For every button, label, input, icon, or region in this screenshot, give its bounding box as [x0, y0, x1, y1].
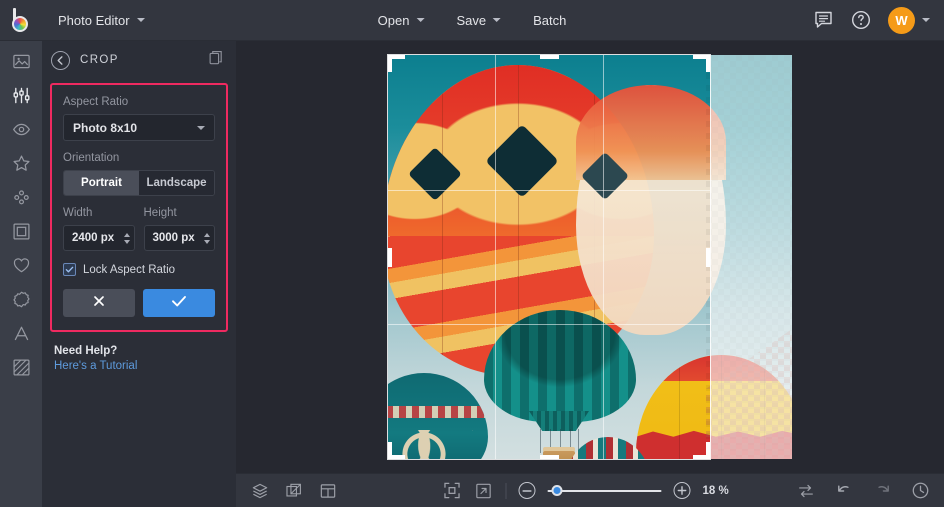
chevron-down-icon — [922, 18, 930, 22]
height-label: Height — [144, 207, 216, 219]
zoom-slider[interactable] — [548, 484, 662, 498]
lock-aspect-ratio-checkbox[interactable]: Lock Aspect Ratio — [63, 263, 215, 276]
height-stepper[interactable] — [204, 233, 210, 244]
user-menu[interactable]: W — [888, 7, 930, 34]
back-arrow-icon[interactable] — [51, 51, 70, 70]
zoom-out-button[interactable] — [519, 482, 536, 499]
orientation-toggle: Portrait Landscape — [63, 170, 215, 196]
top-actions: Open Save Batch — [365, 6, 580, 35]
app-name-label: Photo Editor — [58, 13, 130, 28]
open-button[interactable]: Open — [365, 6, 438, 35]
width-stepper[interactable] — [124, 233, 130, 244]
compare-swap-icon[interactable] — [796, 481, 816, 501]
sidebar-item-artsy[interactable] — [6, 185, 36, 210]
crop-settings-group: Aspect Ratio Photo 8x10 Orientation Port… — [50, 83, 228, 332]
sidebar-item-graphics[interactable] — [6, 287, 36, 312]
apply-button[interactable] — [143, 289, 215, 317]
chevron-down-icon — [197, 126, 205, 130]
crop-handle-bottom-center[interactable] — [540, 455, 559, 459]
panel-header: CROP — [42, 41, 236, 79]
orientation-label: Orientation — [63, 152, 215, 164]
crop-handle-bottom-right[interactable] — [693, 442, 710, 459]
sidebar-item-touch-up[interactable] — [6, 117, 36, 142]
crop-handle-bottom-left[interactable] — [388, 442, 405, 459]
zoom-level-label: 18 % — [703, 485, 739, 497]
befunky-logo-icon[interactable] — [0, 0, 42, 41]
tutorial-link[interactable]: Here's a Tutorial — [54, 360, 224, 372]
orientation-landscape-button[interactable]: Landscape — [139, 171, 214, 195]
batch-label: Batch — [533, 13, 566, 28]
duplicate-layers-icon[interactable] — [209, 50, 224, 70]
history-clock-icon[interactable] — [910, 481, 930, 501]
crop-handle-middle-left[interactable] — [388, 248, 392, 267]
checkmark-icon — [171, 294, 187, 313]
divider — [506, 483, 507, 499]
photo-editor-app: Photo Editor Open Save Batch — [0, 0, 944, 507]
sidebar-item-frames[interactable] — [6, 219, 36, 244]
chevron-down-icon — [416, 18, 424, 22]
width-value: 2400 px — [72, 232, 114, 244]
aspect-ratio-label: Aspect Ratio — [63, 96, 215, 108]
crop-panel: CROP Aspect Ratio Photo 8x10 Orientation… — [42, 41, 236, 507]
width-label: Width — [63, 207, 135, 219]
height-value: 3000 px — [153, 232, 195, 244]
batch-button[interactable]: Batch — [520, 6, 579, 35]
top-toolbar: Photo Editor Open Save Batch — [0, 0, 944, 41]
save-label: Save — [456, 13, 486, 28]
layers-icon[interactable] — [250, 481, 270, 501]
width-input[interactable]: 2400 px — [63, 225, 135, 251]
help-section: Need Help? Here's a Tutorial — [42, 332, 236, 372]
open-label: Open — [378, 13, 410, 28]
top-right-actions: W — [812, 7, 930, 34]
sidebar-item-edit[interactable] — [6, 83, 36, 108]
canvas-area[interactable] — [236, 41, 944, 473]
zoom-slider-handle[interactable] — [552, 485, 563, 496]
sidebar-item-effects[interactable] — [6, 151, 36, 176]
crop-handle-top-center[interactable] — [540, 55, 559, 59]
image-crop-icon[interactable] — [284, 481, 304, 501]
page-title: CROP — [80, 54, 199, 66]
avatar: W — [888, 7, 915, 34]
bottom-toolbar: 18 % — [236, 473, 944, 507]
undo-icon[interactable] — [834, 481, 854, 501]
save-button[interactable]: Save — [443, 6, 514, 35]
chevron-down-icon — [137, 18, 145, 22]
expand-arrow-icon[interactable] — [474, 481, 494, 501]
orientation-portrait-button[interactable]: Portrait — [64, 171, 139, 195]
crop-frame[interactable] — [388, 55, 710, 459]
crop-handle-middle-right[interactable] — [706, 248, 710, 267]
zoom-in-button[interactable] — [674, 482, 691, 499]
lock-aspect-ratio-label: Lock Aspect Ratio — [83, 264, 175, 276]
chevron-down-icon — [493, 18, 501, 22]
height-input[interactable]: 3000 px — [144, 225, 216, 251]
app-name-dropdown[interactable]: Photo Editor — [48, 7, 155, 34]
fit-to-screen-icon[interactable] — [442, 481, 462, 501]
checkmark-icon — [63, 263, 76, 276]
crop-handle-top-left[interactable] — [388, 55, 405, 72]
help-title: Need Help? — [54, 345, 224, 357]
aspect-ratio-value: Photo 8x10 — [73, 121, 137, 135]
redo-icon[interactable] — [872, 481, 892, 501]
close-x-icon — [92, 294, 106, 313]
chat-bubble-icon[interactable] — [812, 9, 834, 31]
panel-layout-icon[interactable] — [318, 481, 338, 501]
sidebar-item-text[interactable] — [6, 321, 36, 346]
sidebar-item-image[interactable] — [6, 49, 36, 74]
sidebar-item-textures[interactable] — [6, 355, 36, 380]
sidebar-item-overlays[interactable] — [6, 253, 36, 278]
aspect-ratio-select[interactable]: Photo 8x10 — [63, 114, 215, 141]
crop-handle-top-right[interactable] — [693, 55, 710, 72]
tool-rail — [0, 41, 42, 507]
cancel-button[interactable] — [63, 289, 135, 317]
question-circle-icon[interactable] — [850, 9, 872, 31]
